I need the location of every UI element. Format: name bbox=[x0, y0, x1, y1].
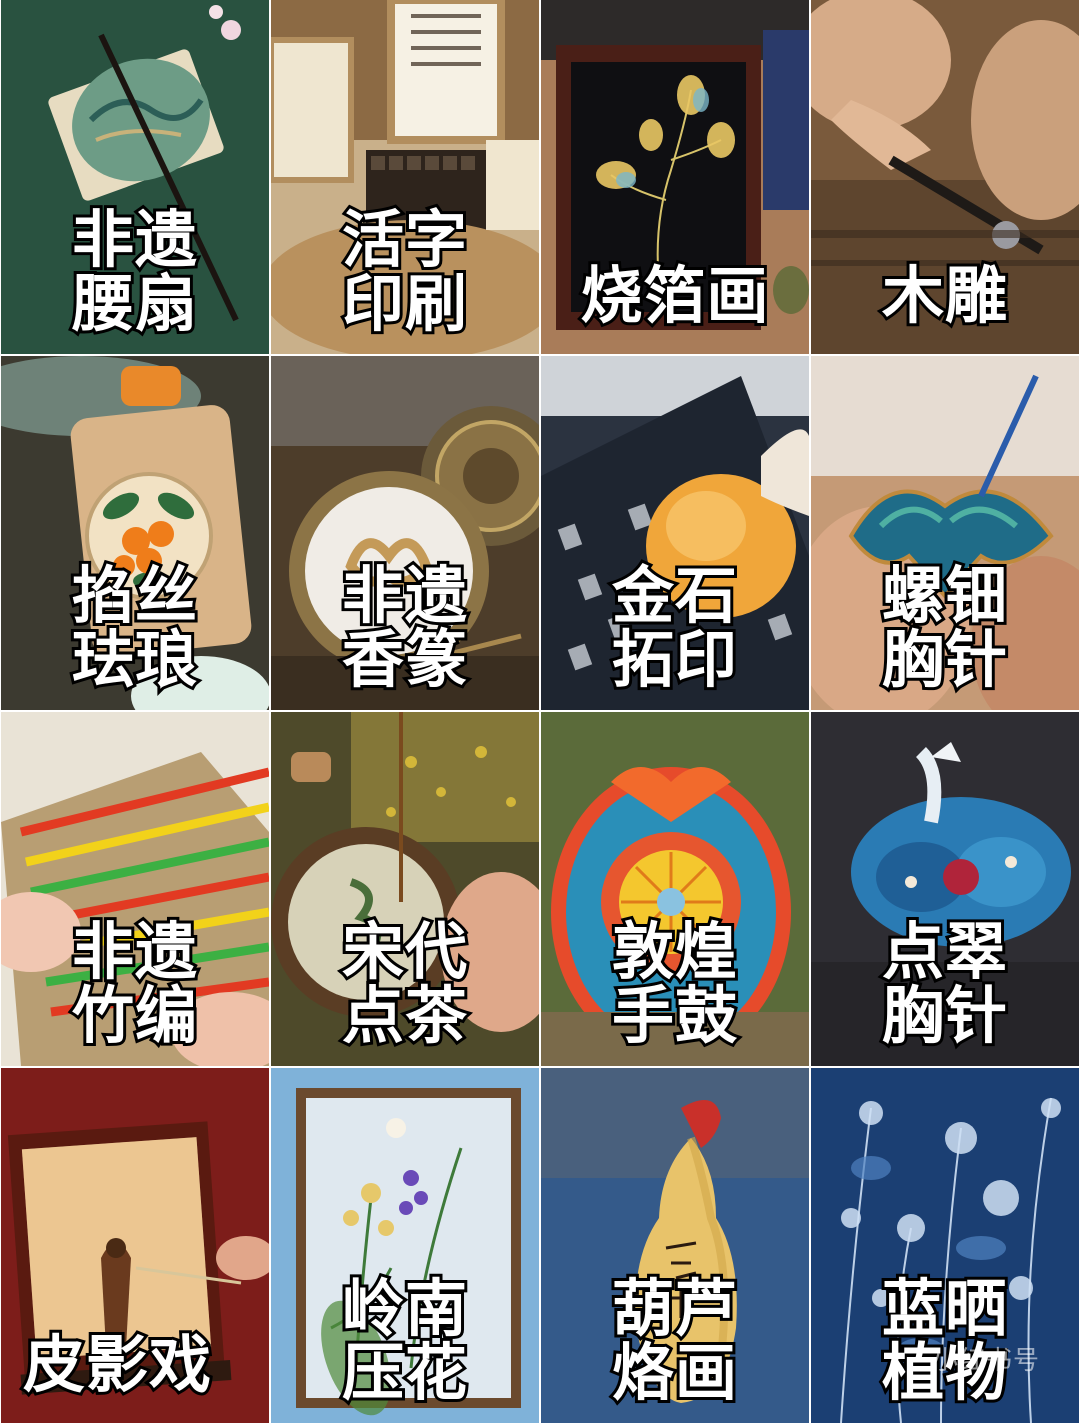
tile-movable-type[interactable]: 活字 印刷 bbox=[271, 0, 539, 354]
tile-song-tea[interactable]: 宋代 点茶 bbox=[271, 712, 539, 1066]
tile-wood-carving[interactable]: 木雕 bbox=[811, 0, 1079, 354]
foil-painting-art bbox=[541, 0, 809, 354]
mother-of-pearl-art bbox=[811, 356, 1079, 710]
tile-gourd-pyrography[interactable]: 葫芦 烙画 bbox=[541, 1068, 809, 1423]
movable-type-art bbox=[271, 0, 539, 354]
tile-shadow-puppet[interactable]: 皮影戏 bbox=[1, 1068, 269, 1423]
wood-carving-art bbox=[811, 0, 1079, 354]
stone-rubbing-art bbox=[541, 356, 809, 710]
tile-dunhuang-drum[interactable]: 敦煌 手鼓 bbox=[541, 712, 809, 1066]
tile-kingfisher-brooch[interactable]: 点翠 胸针 bbox=[811, 712, 1079, 1066]
incense-seal-art bbox=[271, 356, 539, 710]
craft-grid: 非遗 腰扇 活字 印刷 烧箔画 木雕 掐丝 珐琅 非遗 香篆 金石 拓印 螺钿 … bbox=[0, 0, 1080, 1425]
dunhuang-drum-art bbox=[541, 712, 809, 1066]
tile-stone-rubbing[interactable]: 金石 拓印 bbox=[541, 356, 809, 710]
tile-cloisonne[interactable]: 掐丝 珐琅 bbox=[1, 356, 269, 710]
tile-incense-seal[interactable]: 非遗 香篆 bbox=[271, 356, 539, 710]
tile-waist-fan[interactable]: 非遗 腰扇 bbox=[1, 0, 269, 354]
cloisonne-art bbox=[1, 356, 269, 710]
tile-bamboo-weaving[interactable]: 非遗 竹编 bbox=[1, 712, 269, 1066]
bamboo-weaving-art bbox=[1, 712, 269, 1066]
watermark-text: 小红书号 bbox=[931, 1346, 1040, 1376]
gourd-pyrography-art bbox=[541, 1068, 809, 1423]
song-tea-art bbox=[271, 712, 539, 1066]
kingfisher-brooch-art bbox=[811, 712, 1079, 1066]
pressed-flower-art bbox=[271, 1068, 539, 1423]
tile-mother-of-pearl-brooch[interactable]: 螺钿 胸针 bbox=[811, 356, 1079, 710]
waist-fan-art bbox=[1, 0, 269, 354]
tile-lingnan-pressed-flower[interactable]: 岭南 压花 bbox=[271, 1068, 539, 1423]
shadow-puppet-art bbox=[1, 1068, 269, 1423]
tile-foil-painting[interactable]: 烧箔画 bbox=[541, 0, 809, 354]
